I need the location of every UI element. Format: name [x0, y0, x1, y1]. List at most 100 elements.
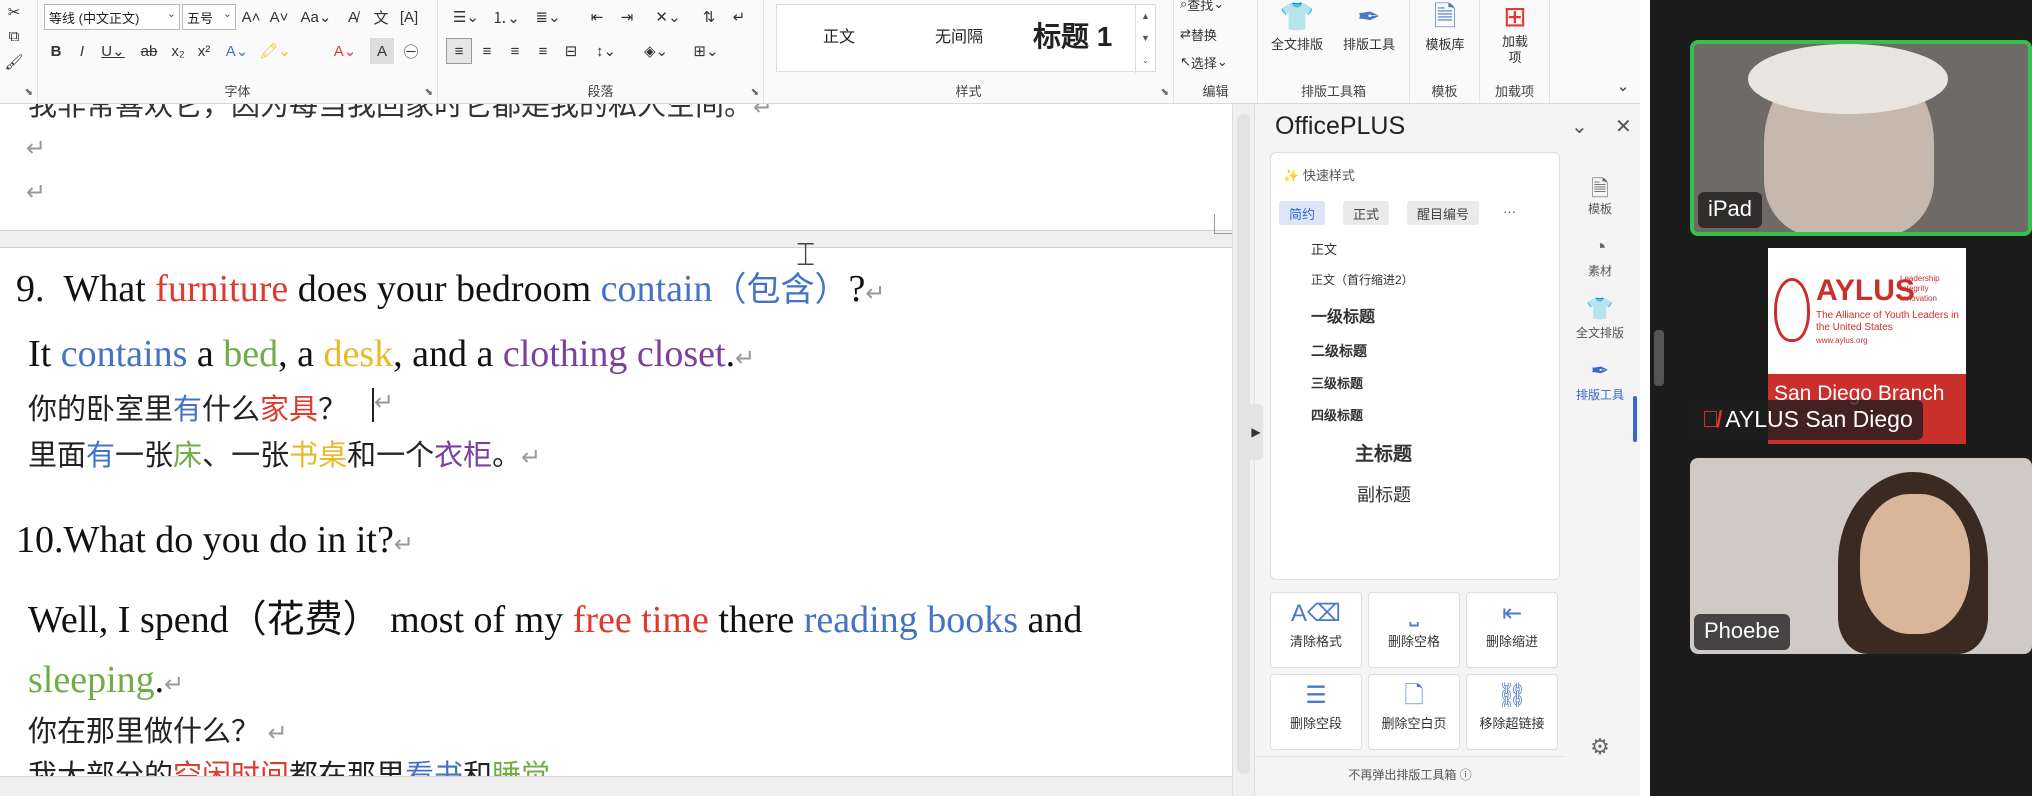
- align-left-icon[interactable]: ≡: [446, 38, 472, 64]
- enclose-char-icon[interactable]: ㊀: [398, 38, 424, 64]
- bold-icon[interactable]: B: [44, 38, 68, 64]
- select-button[interactable]: ↖ 选择 ⌄: [1180, 52, 1256, 72]
- addin-button[interactable]: ⊞ 加载项: [1480, 0, 1550, 66]
- participant-tile-ipad[interactable]: iPad: [1690, 40, 2032, 236]
- full-layout-button[interactable]: 👕 全文排版: [1262, 0, 1332, 53]
- scroll-up-icon[interactable]: ▲: [1136, 5, 1155, 27]
- replace-button[interactable]: ⇄ 替换: [1180, 24, 1256, 44]
- shrink-font-icon[interactable]: A˅: [266, 4, 292, 30]
- style-no-spacing[interactable]: 无间隔: [935, 23, 983, 47]
- collapse-ribbon-icon[interactable]: ⌄: [1612, 76, 1634, 96]
- font-launcher-icon[interactable]: ⬊: [425, 87, 433, 98]
- distributed-icon[interactable]: ⊟: [558, 38, 584, 64]
- chip-simple[interactable]: 简约: [1279, 201, 1326, 225]
- increase-indent-icon[interactable]: ⇥: [614, 4, 640, 30]
- template-lib-button[interactable]: 🗎 模板库: [1410, 0, 1480, 53]
- rail-layout-tool[interactable]: ✒ 排版工具: [1567, 358, 1633, 403]
- styles-launcher-icon[interactable]: ⬊: [1161, 87, 1169, 98]
- remove-hyperlink-tool[interactable]: ⛓ 移除超链接: [1466, 674, 1558, 750]
- style-main-title[interactable]: 主标题: [1355, 439, 1412, 466]
- format-painter-icon[interactable]: 🖌: [4, 52, 24, 72]
- document-area[interactable]: 我非常喜欢它，因为每当我回家时它都是我的私人空间。↵ ↵ ↵ 9. What f…: [0, 104, 1232, 776]
- char-shading-icon[interactable]: A: [370, 38, 394, 64]
- a10-w5: and: [1027, 599, 1083, 641]
- grow-font-icon[interactable]: A˄: [238, 4, 264, 30]
- answer-10: Well, I spend（花费） most of my free time t…: [28, 588, 1082, 643]
- cut-icon[interactable]: ✂: [4, 2, 24, 22]
- find-button[interactable]: ⌕ 查找 ⌄: [1180, 0, 1256, 14]
- style-heading-1[interactable]: 标题 1: [1033, 15, 1112, 55]
- chinese-layout-icon[interactable]: ✕⌄: [650, 4, 686, 30]
- eraser-icon: A⌫: [1291, 600, 1341, 627]
- underline-icon[interactable]: U⌄: [96, 38, 130, 64]
- font-color-icon[interactable]: A⌄: [328, 38, 362, 64]
- justify-icon[interactable]: ≡: [530, 38, 556, 64]
- decrease-indent-icon[interactable]: ⇤: [584, 4, 610, 30]
- change-case-icon[interactable]: Aa⌄: [296, 4, 336, 30]
- highlight-icon[interactable]: 🖍⌄: [258, 38, 292, 64]
- style-normal[interactable]: 正文: [823, 23, 855, 47]
- chevron-down-icon[interactable]: ⌄: [1571, 114, 1588, 139]
- line-spacing-icon[interactable]: ↕⌄: [588, 38, 624, 64]
- numbering-icon[interactable]: ⒈⌄: [488, 4, 524, 30]
- char-border-icon[interactable]: [A]: [396, 4, 422, 30]
- superscript-icon[interactable]: x²: [192, 38, 216, 64]
- delete-indent-tool[interactable]: ⇤ 删除缩进: [1466, 592, 1558, 668]
- participant-tile-aylus[interactable]: AYLUS Leadership Integrity Innovation Th…: [1690, 248, 2032, 444]
- scroll-down-icon[interactable]: ▼: [1136, 27, 1155, 49]
- quick-style-header: ✨ 快速样式: [1283, 165, 1355, 184]
- font-size-select[interactable]: 五号 ⌄: [182, 4, 236, 30]
- text-effects-icon[interactable]: A⌄: [220, 38, 254, 64]
- document-horizontal-scrollbar[interactable]: [0, 776, 1232, 796]
- style-h2[interactable]: 二级标题: [1311, 341, 1367, 361]
- subscript-icon[interactable]: x₂: [166, 38, 190, 64]
- delete-spaces-tool[interactable]: ⎵ 删除空格: [1368, 592, 1460, 668]
- video-panel-splitter[interactable]: [1654, 330, 1664, 386]
- borders-icon[interactable]: ⊞⌄: [688, 38, 724, 64]
- chip-formal[interactable]: 正式: [1343, 201, 1390, 225]
- style-body[interactable]: 正文: [1311, 239, 1337, 258]
- participant-tile-phoebe[interactable]: Phoebe: [1690, 458, 2032, 654]
- rail-material[interactable]: ◔ 素材: [1567, 234, 1633, 279]
- clipboard-launcher-icon[interactable]: ⬊: [25, 87, 33, 98]
- more-chips[interactable]: ···: [1493, 201, 1526, 225]
- multilevel-list-icon[interactable]: ≣⌄: [530, 4, 566, 30]
- italic-icon[interactable]: I: [70, 38, 94, 64]
- layout-tool-button[interactable]: ✒ 排版工具: [1334, 0, 1404, 53]
- empty-paragraph-mark: ↵: [26, 134, 47, 162]
- rail-template[interactable]: 🗎 模板: [1567, 172, 1633, 217]
- style-h1[interactable]: 一级标题: [1311, 303, 1375, 327]
- paragraph-launcher-icon[interactable]: ⬊: [751, 87, 759, 98]
- replace-icon: ⇄: [1180, 26, 1191, 41]
- delete-empty-para-label: 删除空段: [1289, 716, 1342, 731]
- strikethrough-icon[interactable]: ab: [136, 38, 162, 64]
- style-subtitle[interactable]: 副标题: [1357, 481, 1411, 507]
- style-h4[interactable]: 四级标题: [1311, 405, 1363, 424]
- copy-icon[interactable]: ⧉: [4, 26, 24, 46]
- delete-blank-page-tool[interactable]: 🗋 删除空白页: [1368, 674, 1460, 750]
- clear-format-tool[interactable]: A⌫ 清除格式: [1270, 592, 1362, 668]
- chip-numbered[interactable]: 醒目编号: [1407, 201, 1480, 225]
- magic-style-icon: ✨: [1283, 168, 1303, 183]
- delete-empty-para-tool[interactable]: ☰ 删除空段: [1270, 674, 1362, 750]
- show-marks-icon[interactable]: ↵: [726, 4, 752, 30]
- style-h3[interactable]: 三级标题: [1311, 373, 1363, 392]
- phonetic-guide-icon[interactable]: 文: [368, 4, 394, 30]
- settings-button[interactable]: ⚙: [1567, 734, 1633, 762]
- panel-collapse-handle[interactable]: ▶: [1249, 404, 1263, 460]
- bullets-icon[interactable]: ☰⌄: [448, 4, 484, 30]
- paragraph-group: ☰⌄ ⒈⌄ ≣⌄ ⇤ ⇥ ✕⌄ ⇅ ↵ ≡ ≡ ≡ ≡ ⊟ ↕⌄ ◈⌄ ⊞⌄ 段…: [438, 0, 764, 103]
- sort-icon[interactable]: ⇅: [696, 4, 722, 30]
- rail-full-layout[interactable]: 👕 全文排版: [1567, 296, 1633, 341]
- shading-icon[interactable]: ◈⌄: [638, 38, 674, 64]
- gallery-more-icon[interactable]: ⌄: [1136, 49, 1155, 71]
- bp-w3: 都在那里: [289, 758, 406, 776]
- font-name-select[interactable]: 等线 (中文正文) ⌄: [44, 4, 180, 30]
- align-right-icon[interactable]: ≡: [502, 38, 528, 64]
- style-gallery-scroll[interactable]: ▲ ▼ ⌄: [1135, 5, 1155, 73]
- close-icon[interactable]: ✕: [1615, 114, 1632, 139]
- align-center-icon[interactable]: ≡: [474, 38, 500, 64]
- clear-format-icon[interactable]: A̸: [340, 4, 366, 30]
- dont-show-again-link[interactable]: 不再弹出排版工具箱 ⓘ: [1255, 756, 1565, 792]
- style-body-indent[interactable]: 正文（首行缩进2）: [1311, 271, 1414, 288]
